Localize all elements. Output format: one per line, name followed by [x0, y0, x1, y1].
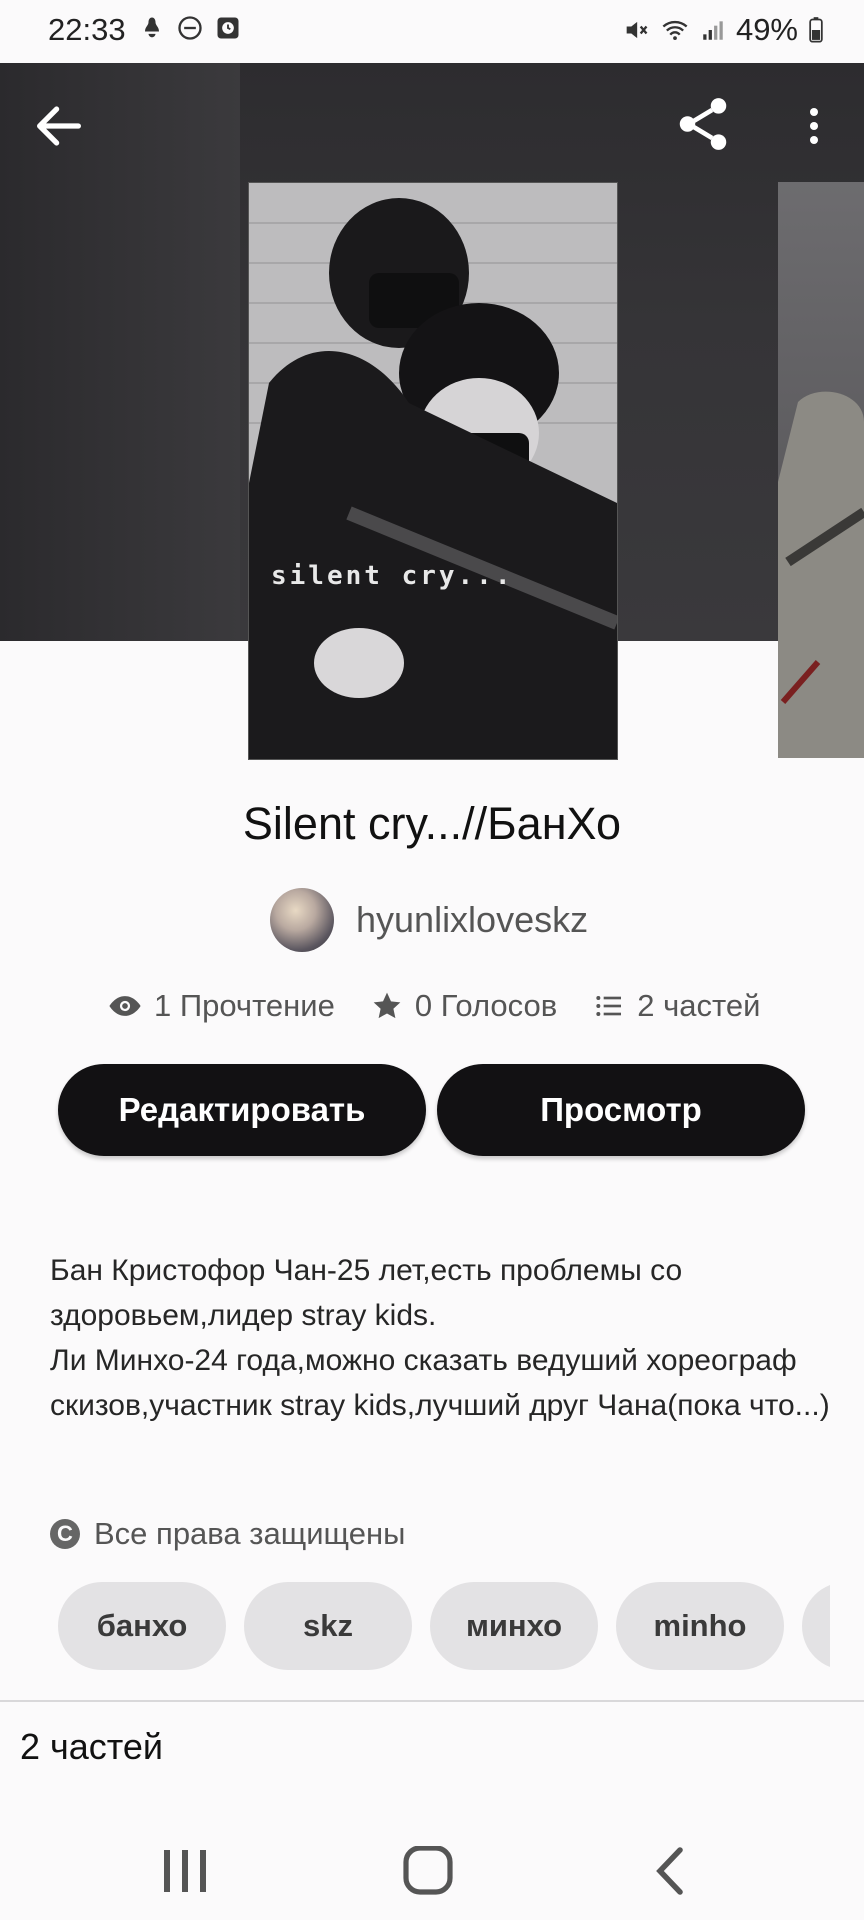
status-bar: 22:33 49% — [0, 0, 864, 63]
parts-stat: 2 частей — [593, 988, 760, 1024]
story-stats: 1 Прочтение 0 Голосов 2 частей — [108, 988, 760, 1024]
battery-percent: 49% — [735, 12, 798, 47]
top-toolbar — [0, 63, 864, 181]
nav-back-icon[interactable] — [640, 1846, 700, 1896]
edit-button[interactable]: Редактировать — [58, 1064, 426, 1156]
votes-stat: 0 Голосов — [371, 988, 557, 1024]
back-arrow-icon[interactable] — [30, 97, 88, 155]
copyright-row: C Все права защищены — [50, 1516, 405, 1552]
tag-chip[interactable] — [802, 1582, 830, 1670]
next-story-cover[interactable] — [778, 182, 864, 758]
list-icon — [596, 996, 622, 1016]
parts-count: 2 частей — [637, 988, 761, 1023]
view-button[interactable]: Просмотр — [437, 1064, 805, 1156]
system-nav-bar — [0, 1820, 864, 1920]
tag-chip[interactable]: минхо — [430, 1582, 598, 1670]
battery-icon — [809, 17, 823, 43]
share-icon[interactable] — [672, 93, 734, 155]
reads-stat: 1 Прочтение — [108, 988, 335, 1024]
signal-icon — [703, 21, 723, 40]
do-not-disturb-icon — [178, 16, 202, 40]
home-icon[interactable] — [398, 1846, 458, 1896]
star-icon — [373, 992, 401, 1019]
author-row[interactable]: hyunlixloveskz — [270, 888, 588, 952]
alarm-icon — [217, 17, 239, 39]
story-description: Бан Кристофор Чан-25 лет,есть проблемы с… — [50, 1254, 830, 1422]
story-title: Silent cry...//БанХо — [242, 798, 622, 849]
cover-photo — [249, 183, 617, 759]
tag-chip[interactable]: банхо — [58, 1582, 226, 1670]
tag-chip[interactable]: skz — [244, 1582, 412, 1670]
author-name[interactable]: hyunlixloveskz — [356, 899, 588, 941]
copyright-label: Все права защищены — [94, 1516, 406, 1551]
status-time: 22:33 — [48, 12, 126, 47]
recents-icon[interactable] — [156, 1846, 216, 1896]
tag-list: банхо skz минхо minho — [58, 1582, 830, 1670]
story-cover-image[interactable]: silent cry... — [248, 182, 618, 760]
parts-section-title: 2 частей — [20, 1726, 164, 1767]
votes-count: 0 Голосов — [414, 988, 558, 1023]
avatar[interactable] — [270, 888, 334, 952]
tag-chip[interactable]: minho — [616, 1582, 784, 1670]
reads-count: 1 Прочтение — [154, 988, 335, 1023]
mute-icon — [626, 21, 648, 39]
wifi-icon — [662, 20, 688, 41]
section-divider — [0, 1700, 864, 1702]
more-vertical-icon[interactable] — [790, 97, 838, 155]
copyright-icon: C — [50, 1519, 80, 1549]
cover-overlay-text: silent cry... — [271, 561, 514, 591]
eye-icon — [109, 996, 141, 1016]
notification-icon — [145, 17, 159, 38]
